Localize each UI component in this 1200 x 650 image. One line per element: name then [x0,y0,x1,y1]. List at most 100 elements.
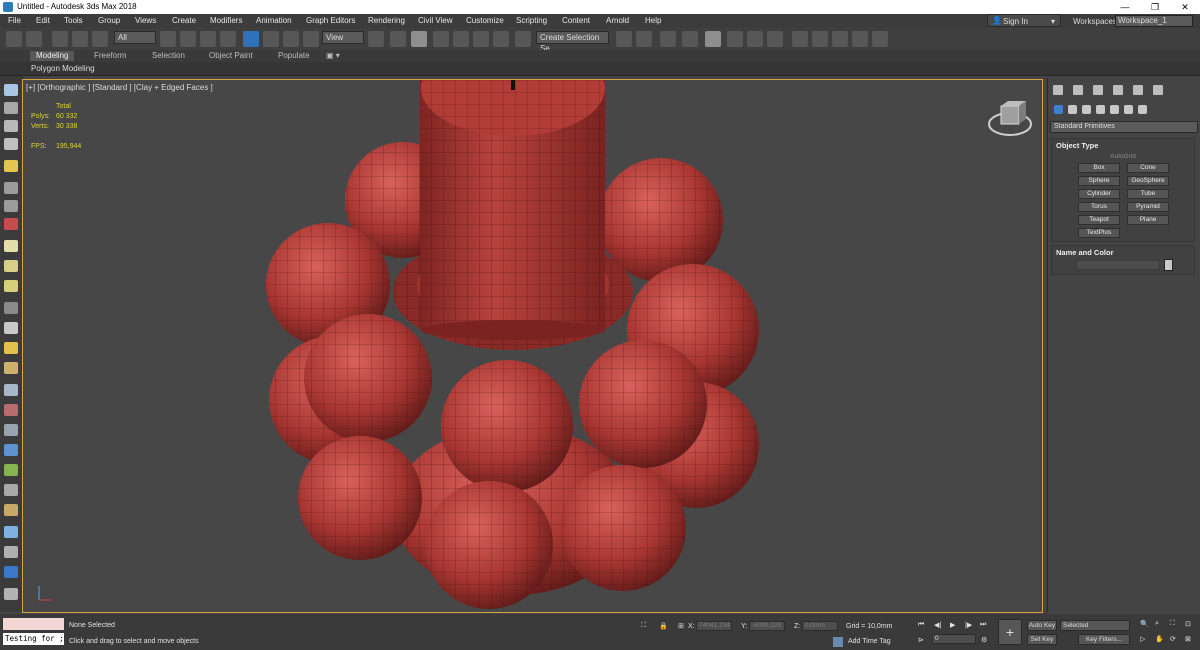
current-frame-field[interactable]: 0 [932,634,976,644]
brush-icon[interactable] [4,404,18,416]
cameras-category-icon[interactable] [1096,105,1105,114]
menu-civil-view[interactable]: Civil View [418,16,453,25]
select-and-place-icon[interactable] [303,31,319,47]
rendered-frame-window-icon[interactable] [812,31,828,47]
menu-tools[interactable]: Tools [64,16,83,25]
hair-icon[interactable] [4,504,18,516]
torus-icon[interactable] [4,362,18,374]
undo-icon[interactable] [6,31,22,47]
maximize-viewport-icon[interactable]: ⊠ [1185,635,1191,643]
snaps-toggle-icon[interactable] [433,31,449,47]
select-and-rotate-icon[interactable] [263,31,279,47]
plane-button[interactable]: Plane [1127,215,1169,225]
menu-content[interactable]: Content [562,16,590,25]
bind-space-warp-icon[interactable] [92,31,108,47]
time-config-icon[interactable]: ⚙ [981,636,987,644]
modify-tab-icon[interactable] [1073,85,1083,95]
zoom-extents-icon[interactable]: ⛶ [1170,620,1175,628]
viewport-icon[interactable] [4,102,18,114]
zoom-all-icon[interactable]: ⌕ [1155,620,1159,628]
menu-views[interactable]: Views [135,16,156,25]
tab-modeling[interactable]: Modeling [30,51,75,61]
list-icon[interactable] [4,120,18,132]
add-time-tag[interactable]: Add Time Tag [848,638,891,645]
display-tab-icon[interactable] [1133,85,1143,95]
key-filters-button[interactable]: Key Filters... [1078,634,1130,645]
next-frame-icon[interactable]: |▶ [965,621,972,629]
x-coordinate-field[interactable]: 74041,734 [696,621,732,631]
unlink-icon[interactable] [72,31,88,47]
set-key-button[interactable]: Set Key [1027,634,1057,645]
schematic-view-icon[interactable] [747,31,763,47]
time-tag-icon[interactable] [833,637,843,647]
isolate-selection-icon[interactable]: ⛶ [641,622,646,630]
redo-icon[interactable] [26,31,42,47]
shapes-icon[interactable] [4,240,18,252]
polygon-modeling-label[interactable]: Polygon Modeling [31,64,95,73]
select-and-scale-icon[interactable] [283,31,299,47]
auto-key-button[interactable]: Auto Key [1027,620,1057,631]
absolute-mode-icon[interactable]: ⊞ [678,622,684,630]
geosphere-button[interactable]: GeoSphere [1127,176,1169,186]
geometry-icon[interactable] [1054,105,1063,114]
edit-named-selection-icon[interactable] [515,31,531,47]
autogrid-checkbox[interactable]: AutoGrid [1052,153,1194,160]
go-to-end-icon[interactable]: ⏭ [980,621,986,629]
select-object-icon[interactable] [160,31,176,47]
menu-edit[interactable]: Edit [36,16,50,25]
play-icon[interactable]: ▶ [950,621,955,629]
select-and-move-icon[interactable] [243,31,259,47]
light-icon[interactable] [4,160,18,172]
sun-icon[interactable] [4,342,18,354]
hierarchy-tab-icon[interactable] [1093,85,1103,95]
selection-filter-dropdown[interactable]: All [114,31,156,44]
render-setup-icon[interactable] [792,31,808,47]
box-icon[interactable] [4,260,18,272]
field-of-view-icon[interactable]: ▷ [1140,635,1145,643]
systems-icon[interactable] [4,302,18,314]
settings-icon[interactable] [4,588,18,600]
pivot-center-icon[interactable] [368,31,384,47]
teapot-button[interactable]: Teapot [1078,215,1120,225]
layer-explorer-icon[interactable] [682,31,698,47]
key-mode-icon[interactable]: ⊳ [918,636,924,644]
compound-icon[interactable] [4,424,18,436]
layers-icon[interactable] [4,546,18,558]
menu-arnold[interactable]: Arnold [606,16,629,25]
tab-selection[interactable]: Selection [152,51,185,61]
menu-rendering[interactable]: Rendering [368,16,405,25]
render-icon[interactable] [4,526,18,538]
maximize-button[interactable]: ❐ [1140,0,1170,14]
select-by-name-icon[interactable] [180,31,196,47]
render-production-icon[interactable] [832,31,848,47]
zoom-extents-all-icon[interactable]: ⊡ [1185,620,1191,628]
render-in-cloud-icon[interactable] [852,31,868,47]
helpers-category-icon[interactable] [1110,105,1119,114]
curve-editor-icon[interactable] [727,31,743,47]
previous-frame-icon[interactable]: ◀| [934,621,941,629]
patch-icon[interactable] [4,484,18,496]
menu-modifiers[interactable]: Modifiers [210,16,242,25]
shapes-category-icon[interactable] [1068,105,1077,114]
helper-icon[interactable] [4,200,18,212]
minimize-button[interactable]: — [1110,0,1140,14]
maxscript-listener-output[interactable] [3,618,64,630]
utilities-tab-icon[interactable] [1153,85,1163,95]
foliage-icon[interactable] [4,464,18,476]
y-coordinate-field[interactable]: -6099,329 [749,621,785,631]
name-and-color-title[interactable]: Name and Color [1056,248,1114,257]
sign-in-dropdown[interactable]: 👤 Sign In ▾ [987,14,1061,27]
particles-icon[interactable] [4,384,18,396]
mirror-icon[interactable] [616,31,632,47]
keyboard-shortcut-override-icon[interactable] [411,31,427,47]
motion-tab-icon[interactable] [1113,85,1123,95]
tube-button[interactable]: Tube [1127,189,1169,199]
key-set-dropdown[interactable]: Selected [1060,620,1130,631]
menu-customize[interactable]: Customize [466,16,504,25]
menu-animation[interactable]: Animation [256,16,292,25]
selection-lock-icon[interactable]: 🔒 [659,622,668,630]
orbit-icon[interactable]: ⟳ [1170,635,1176,643]
toggle-ribbon-icon[interactable] [705,31,721,47]
ribbon-options-icon[interactable]: ▣ ▾ [326,51,340,61]
toggle-icon[interactable] [4,566,18,578]
